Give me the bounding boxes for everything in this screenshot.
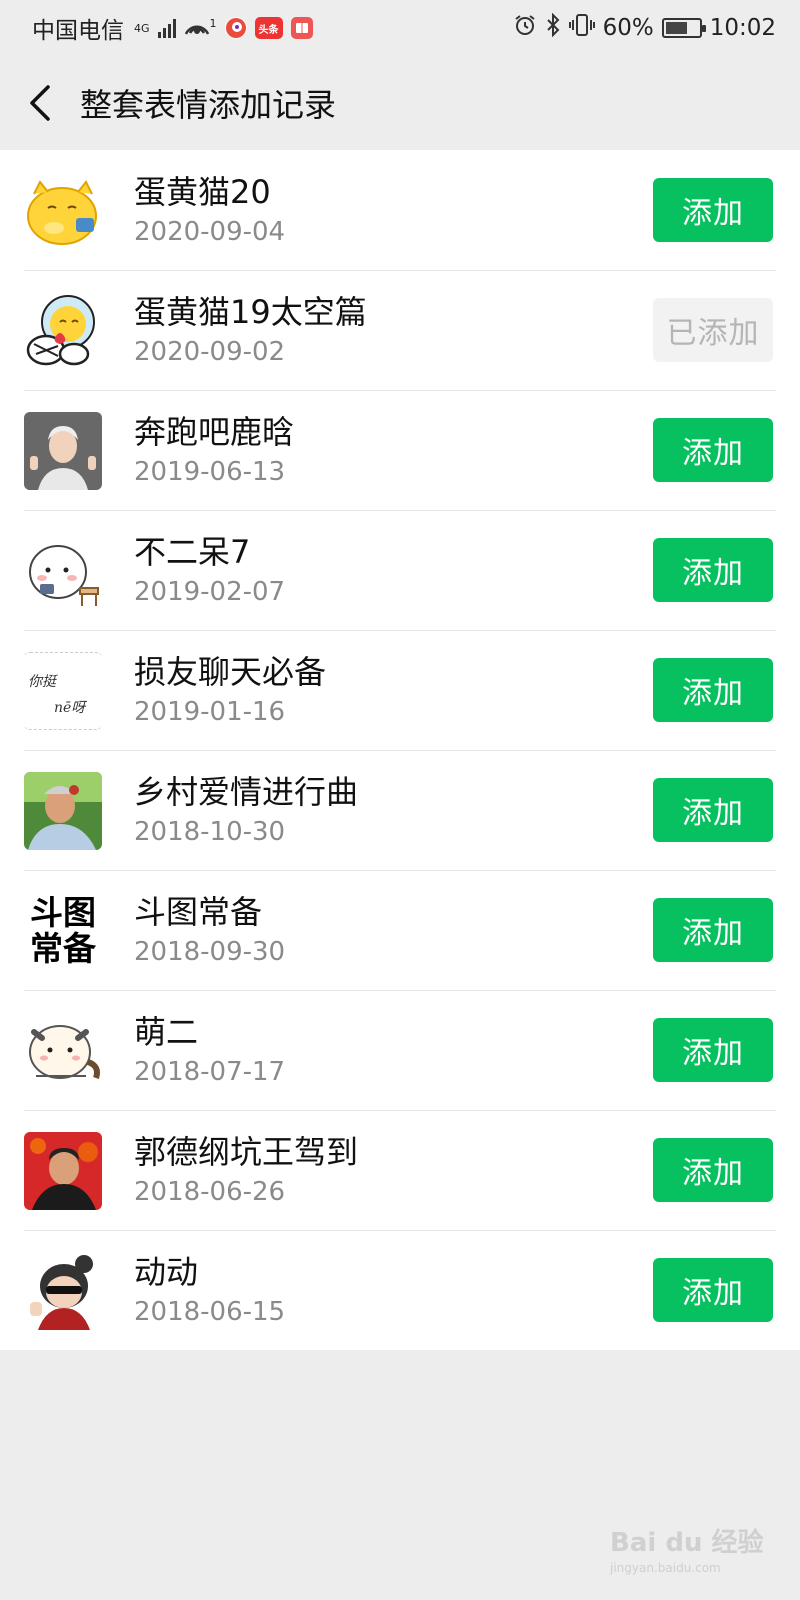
item-date: 2020-09-04 <box>134 217 286 247</box>
hotspot-count: 1 <box>209 17 217 30</box>
item-date: 2018-07-17 <box>134 1057 286 1087</box>
status-right: 60% 10:02 <box>513 12 776 43</box>
back-button[interactable] <box>0 56 80 150</box>
sticker-thumbnail: 你挺 nē呀 <box>24 652 102 730</box>
add-button[interactable]: 添加 <box>653 418 773 482</box>
white-bun-character-icon <box>24 532 102 610</box>
watermark-url: jingyan.baidu.com <box>610 1561 721 1575</box>
thumb-bold-text-1: 斗图 <box>30 893 96 932</box>
sticker-thumbnail <box>24 1012 102 1090</box>
list-item[interactable]: 蛋黄猫20 2020-09-04 添加 <box>0 150 800 270</box>
alarm-icon <box>513 13 537 43</box>
handwritten-text-1: 你挺 <box>28 674 56 690</box>
item-text: 萌二 2018-07-17 <box>134 1012 285 1090</box>
baidu-jingyan-watermark: Bai du 经验 jingyan.baidu.com <box>610 1522 764 1575</box>
item-text: 郭德纲坑王驾到 2018-06-26 <box>134 1132 358 1210</box>
sticker-thumbnail <box>24 412 102 490</box>
add-button[interactable]: 添加 <box>653 178 773 242</box>
astronaut-cat-icon <box>24 292 102 370</box>
list-item[interactable]: 不二呆7 2019-02-07 添加 <box>0 510 800 630</box>
add-button[interactable]: 添加 <box>653 1138 773 1202</box>
sticker-thumbnail <box>24 172 102 250</box>
list-item[interactable]: 萌二 2018-07-17 添加 <box>0 990 800 1110</box>
list-item[interactable]: 斗图 常备 斗图常备 2018-09-30 添加 <box>0 870 800 990</box>
sticker-thumbnail: 斗图 常备 <box>24 892 102 970</box>
item-name: 蛋黄猫20 <box>134 173 271 211</box>
add-button[interactable]: 添加 <box>653 778 773 842</box>
item-date: 2020-09-02 <box>134 337 286 367</box>
app-notification-icon <box>224 17 247 39</box>
item-text: 不二呆7 2019-02-07 <box>134 532 285 610</box>
nav-bar: 整套表情添加记录 <box>0 56 800 150</box>
hotspot-icon: 1 <box>184 17 217 39</box>
item-name: 斗图常备 <box>134 893 263 931</box>
item-text: 动动 2018-06-15 <box>134 1252 285 1330</box>
item-date: 2018-09-30 <box>134 937 286 967</box>
clock-time: 10:02 <box>709 15 776 41</box>
item-name: 不二呆7 <box>134 533 251 571</box>
item-name: 萌二 <box>134 1013 199 1051</box>
photo-person-icon <box>24 412 102 490</box>
raccoon-character-icon <box>24 1012 102 1090</box>
item-name: 动动 <box>134 1253 199 1291</box>
photo-performer-icon <box>24 1132 102 1210</box>
item-date: 2019-01-16 <box>134 697 286 727</box>
list-item[interactable]: 乡村爱情进行曲 2018-10-30 添加 <box>0 750 800 870</box>
added-button[interactable]: 已添加 <box>653 298 773 362</box>
item-text: 斗图常备 2018-09-30 <box>134 892 285 970</box>
item-text: 奔跑吧鹿晗 2019-06-13 <box>134 412 294 490</box>
watermark-brand: Bai du 经验 <box>610 1528 764 1558</box>
sticker-thumbnail <box>24 292 102 370</box>
item-date: 2018-06-15 <box>134 1297 286 1327</box>
item-name: 损友聊天必备 <box>134 653 327 691</box>
add-button[interactable]: 添加 <box>653 1258 773 1322</box>
add-button[interactable]: 添加 <box>653 658 773 722</box>
item-date: 2019-02-07 <box>134 577 286 607</box>
book-app-icon <box>290 17 313 39</box>
item-name: 奔跑吧鹿晗 <box>134 413 295 451</box>
chevron-left-icon <box>30 85 50 121</box>
item-text: 蛋黄猫20 2020-09-04 <box>134 172 285 250</box>
sticker-thumbnail <box>24 1132 102 1210</box>
item-name: 乡村爱情进行曲 <box>134 773 359 811</box>
item-name: 蛋黄猫19太空篇 <box>134 293 367 331</box>
network-type: 4G <box>134 21 150 35</box>
item-text: 损友聊天必备 2019-01-16 <box>134 652 326 730</box>
status-left: 中国电信 4G 1 头条 <box>32 11 313 45</box>
sticker-pack-list: 蛋黄猫20 2020-09-04 添加 蛋黄猫19太空篇 2020-09-02 … <box>0 150 800 1350</box>
battery-percent: 60% <box>602 15 654 41</box>
item-date: 2018-06-26 <box>134 1177 286 1207</box>
yellow-cat-icon <box>24 172 102 250</box>
item-name: 郭德纲坑王驾到 <box>134 1133 359 1171</box>
handwritten-text-2: nē呀 <box>54 700 86 716</box>
add-button[interactable]: 添加 <box>653 1018 773 1082</box>
item-date: 2018-10-30 <box>134 817 286 847</box>
add-button[interactable]: 添加 <box>653 898 773 962</box>
thumb-bold-text-2: 常备 <box>30 929 96 968</box>
list-item[interactable]: 你挺 nē呀 损友聊天必备 2019-01-16 添加 <box>0 630 800 750</box>
signal-icon <box>157 18 176 38</box>
sticker-thumbnail <box>24 532 102 610</box>
list-item[interactable]: 动动 2018-06-15 添加 <box>0 1230 800 1350</box>
item-text: 乡村爱情进行曲 2018-10-30 <box>134 772 358 850</box>
sticker-thumbnail <box>24 1252 102 1330</box>
item-text: 蛋黄猫19太空篇 2020-09-02 <box>134 292 367 370</box>
add-button[interactable]: 添加 <box>653 538 773 602</box>
battery-icon <box>661 18 706 38</box>
toutiao-app-icon: 头条 <box>254 17 283 39</box>
sticker-thumbnail <box>24 772 102 850</box>
vibrate-icon <box>568 13 595 43</box>
list-item[interactable]: 郭德纲坑王驾到 2018-06-26 添加 <box>0 1110 800 1230</box>
carrier-label: 中国电信 <box>32 18 124 44</box>
page-title: 整套表情添加记录 <box>80 86 337 124</box>
cartoon-boy-icon <box>24 1252 102 1330</box>
status-bar: 中国电信 4G 1 头条 60% 10:02 <box>0 0 800 56</box>
list-item[interactable]: 奔跑吧鹿晗 2019-06-13 添加 <box>0 390 800 510</box>
list-item[interactable]: 蛋黄猫19太空篇 2020-09-02 已添加 <box>0 270 800 390</box>
item-date: 2019-06-13 <box>134 457 286 487</box>
bluetooth-icon <box>545 12 561 43</box>
photo-man-icon <box>24 772 102 850</box>
